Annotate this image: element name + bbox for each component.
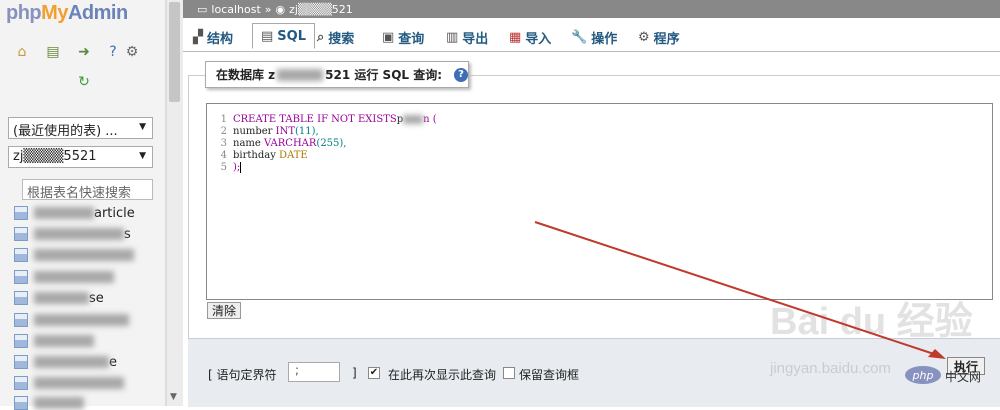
annotation-arrow [534,221,946,359]
arrow-head [928,349,946,359]
arrow-line [534,221,941,357]
